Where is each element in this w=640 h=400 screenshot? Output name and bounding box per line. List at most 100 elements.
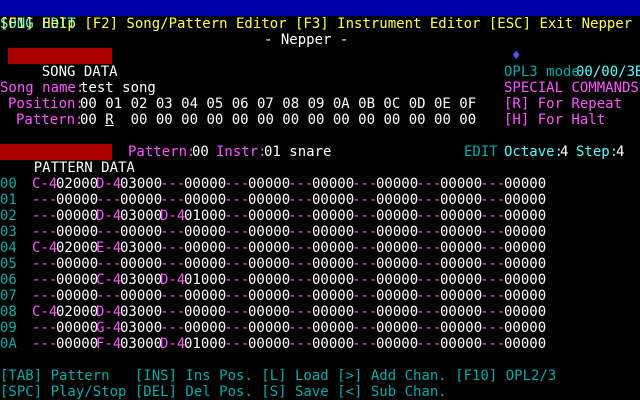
- effect-cell[interactable]: 00000: [504, 320, 546, 336]
- effect-cell[interactable]: 00000: [248, 336, 290, 352]
- effect-cell[interactable]: 00000: [248, 176, 290, 192]
- note-cell[interactable]: ---: [32, 208, 57, 224]
- note-cell[interactable]: ---: [224, 272, 249, 288]
- note-cell[interactable]: ---: [480, 240, 505, 256]
- pattern-order-first[interactable]: 00: [80, 112, 97, 128]
- note-cell[interactable]: ---: [224, 176, 249, 192]
- effect-cell[interactable]: 00000: [440, 304, 482, 320]
- note-cell[interactable]: ---: [352, 304, 377, 320]
- note-cell[interactable]: ---: [160, 304, 185, 320]
- note-cell[interactable]: ---: [288, 304, 313, 320]
- effect-cell[interactable]: 00000: [504, 208, 546, 224]
- effect-cell[interactable]: 01000: [184, 336, 226, 352]
- note-cell[interactable]: ---: [480, 320, 505, 336]
- effect-cell[interactable]: 00000: [440, 208, 482, 224]
- effect-cell[interactable]: 00000: [184, 288, 226, 304]
- note-cell[interactable]: C-4: [32, 240, 57, 256]
- effect-cell[interactable]: 01000: [184, 272, 226, 288]
- note-cell[interactable]: ---: [288, 336, 313, 352]
- effect-cell[interactable]: 00000: [248, 192, 290, 208]
- note-cell[interactable]: ---: [160, 240, 185, 256]
- note-cell[interactable]: D-4: [160, 336, 185, 352]
- note-cell[interactable]: ---: [416, 320, 441, 336]
- effect-cell[interactable]: 00000: [312, 288, 354, 304]
- song-name-field[interactable]: test song: [80, 80, 156, 96]
- note-cell[interactable]: ---: [288, 208, 313, 224]
- octave-value[interactable]: 4: [560, 144, 568, 160]
- note-cell[interactable]: ---: [32, 320, 57, 336]
- note-cell[interactable]: ---: [224, 288, 249, 304]
- note-cell[interactable]: ---: [288, 224, 313, 240]
- effect-cell[interactable]: 00000: [56, 192, 98, 208]
- effect-cell[interactable]: 00000: [312, 320, 354, 336]
- note-cell[interactable]: ---: [480, 176, 505, 192]
- effect-cell[interactable]: 00000: [248, 288, 290, 304]
- note-cell[interactable]: ---: [416, 240, 441, 256]
- note-cell[interactable]: ---: [352, 208, 377, 224]
- note-cell[interactable]: ---: [416, 208, 441, 224]
- note-cell[interactable]: ---: [224, 320, 249, 336]
- function-key-bar[interactable]: [F1] Help [F2] Song/Pattern Editor [F3] …: [0, 16, 640, 32]
- note-cell[interactable]: ---: [352, 224, 377, 240]
- effect-cell[interactable]: 03000: [120, 208, 162, 224]
- effect-cell[interactable]: 00000: [312, 192, 354, 208]
- note-cell[interactable]: ---: [416, 288, 441, 304]
- effect-cell[interactable]: 03000: [120, 304, 162, 320]
- effect-cell[interactable]: 00000: [440, 192, 482, 208]
- note-cell[interactable]: ---: [288, 320, 313, 336]
- effect-cell[interactable]: 00000: [440, 224, 482, 240]
- effect-cell[interactable]: 00000: [312, 304, 354, 320]
- effect-cell[interactable]: 00000: [184, 240, 226, 256]
- effect-cell[interactable]: 00000: [248, 240, 290, 256]
- note-cell[interactable]: ---: [32, 336, 57, 352]
- note-cell[interactable]: ---: [416, 272, 441, 288]
- note-cell[interactable]: ---: [480, 288, 505, 304]
- note-cell[interactable]: ---: [224, 240, 249, 256]
- note-cell[interactable]: ---: [352, 176, 377, 192]
- note-cell[interactable]: ---: [224, 192, 249, 208]
- effect-cell[interactable]: 00000: [440, 176, 482, 192]
- effect-cell[interactable]: 00000: [312, 336, 354, 352]
- effect-cell[interactable]: 00000: [376, 256, 418, 272]
- effect-cell[interactable]: 00000: [184, 256, 226, 272]
- effect-cell[interactable]: 00000: [56, 224, 98, 240]
- effect-cell[interactable]: 03000: [120, 176, 162, 192]
- note-cell[interactable]: C-4: [96, 272, 121, 288]
- note-cell[interactable]: ---: [352, 288, 377, 304]
- effect-cell[interactable]: 02000: [56, 176, 98, 192]
- note-cell[interactable]: ---: [32, 192, 57, 208]
- effect-cell[interactable]: 03000: [120, 320, 162, 336]
- effect-cell[interactable]: 00000: [504, 288, 546, 304]
- effect-cell[interactable]: 00000: [504, 224, 546, 240]
- note-cell[interactable]: ---: [288, 288, 313, 304]
- effect-cell[interactable]: 00000: [312, 240, 354, 256]
- effect-cell[interactable]: 00000: [440, 288, 482, 304]
- effect-cell[interactable]: 00000: [56, 288, 98, 304]
- effect-cell[interactable]: 00000: [376, 192, 418, 208]
- effect-cell[interactable]: 00000: [312, 176, 354, 192]
- effect-cell[interactable]: 01000: [184, 208, 226, 224]
- instrument-value[interactable]: 01 snare: [264, 144, 331, 160]
- effect-cell[interactable]: 00000: [440, 256, 482, 272]
- note-cell[interactable]: C-4: [32, 304, 57, 320]
- effect-cell[interactable]: 00000: [376, 224, 418, 240]
- note-cell[interactable]: ---: [416, 336, 441, 352]
- effect-cell[interactable]: 00000: [376, 272, 418, 288]
- note-cell[interactable]: ---: [160, 224, 185, 240]
- effect-cell[interactable]: 00000: [120, 224, 162, 240]
- note-cell[interactable]: ---: [224, 336, 249, 352]
- note-cell[interactable]: ---: [160, 288, 185, 304]
- note-cell[interactable]: ---: [416, 304, 441, 320]
- note-cell[interactable]: ---: [352, 272, 377, 288]
- note-cell[interactable]: ---: [288, 176, 313, 192]
- position-list[interactable]: 00 01 02 03 04 05 06 07 08 09 0A 0B 0C 0…: [80, 96, 476, 112]
- effect-cell[interactable]: 00000: [120, 192, 162, 208]
- note-cell[interactable]: ---: [32, 256, 57, 272]
- note-cell[interactable]: ---: [416, 192, 441, 208]
- effect-cell[interactable]: 00000: [504, 240, 546, 256]
- effect-cell[interactable]: 02000: [56, 240, 98, 256]
- effect-cell[interactable]: 00000: [440, 272, 482, 288]
- effect-cell[interactable]: 00000: [184, 304, 226, 320]
- pattern-order-list[interactable]: 00 R 00 00 00 00 00 00 00 00 00 00 00 00…: [80, 112, 476, 128]
- effect-cell[interactable]: 00000: [440, 336, 482, 352]
